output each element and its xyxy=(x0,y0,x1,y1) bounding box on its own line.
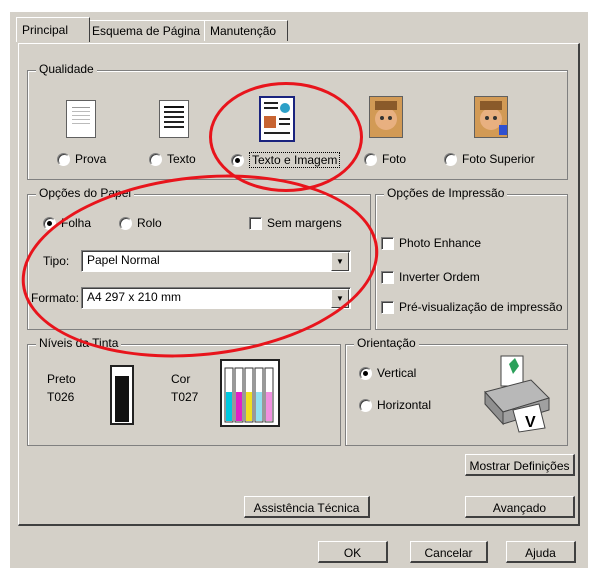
radio-vertical-label: Vertical xyxy=(377,366,417,380)
radio-rolo[interactable]: Rolo xyxy=(119,216,162,230)
radio-prova[interactable]: Prova xyxy=(57,152,106,166)
tipo-select-value: Papel Normal xyxy=(87,253,160,267)
preto-label: Preto xyxy=(47,372,76,386)
radio-horizontal[interactable]: Horizontal xyxy=(359,398,431,412)
mostrar-definicoes-button[interactable]: Mostrar Definições xyxy=(465,454,575,476)
radio-rolo-label: Rolo xyxy=(137,216,162,230)
radio-folha-dot[interactable] xyxy=(43,216,56,230)
radio-horizontal-dot[interactable] xyxy=(359,398,372,412)
tab-esquema-pagina[interactable]: Esquema de Página xyxy=(86,20,210,41)
check-photo-enhance-label: Photo Enhance xyxy=(399,236,482,250)
radio-foto-superior[interactable]: Foto Superior xyxy=(444,152,535,166)
tab-manutencao[interactable]: Manutenção xyxy=(204,20,288,41)
niveis-tinta-title: Níveis da Tinta xyxy=(36,336,122,350)
radio-folha-label: Folha xyxy=(61,216,92,230)
formato-select[interactable]: A4 297 x 210 mm ▼ xyxy=(81,287,351,309)
opcoes-papel-title: Opções do Papel xyxy=(36,186,135,200)
ajuda-button[interactable]: Ajuda xyxy=(506,541,576,563)
formato-label: Formato: xyxy=(31,291,80,305)
texto-icon xyxy=(159,100,189,138)
texto-imagem-icon xyxy=(259,96,295,142)
black-ink-icon xyxy=(109,364,137,431)
check-photo-enhance-box[interactable] xyxy=(381,236,394,250)
radio-vertical[interactable]: Vertical xyxy=(359,366,416,380)
preto-code: T026 xyxy=(47,390,75,404)
ok-button[interactable]: OK xyxy=(318,541,388,563)
radio-texto[interactable]: Texto xyxy=(149,152,196,166)
check-sem-margens-label: Sem margens xyxy=(267,216,342,230)
radio-prova-dot[interactable] xyxy=(57,152,70,166)
check-inverter-ordem-label: Inverter Ordem xyxy=(399,270,480,284)
radio-texto-imagem[interactable]: Texto e Imagem xyxy=(231,152,341,168)
radio-foto[interactable]: Foto xyxy=(364,152,406,166)
cor-label: Cor xyxy=(171,372,191,386)
check-inverter-ordem[interactable]: Inverter Ordem xyxy=(381,270,480,284)
assistencia-tecnica-button[interactable]: Assistência Técnica xyxy=(244,496,370,518)
radio-texto-dot[interactable] xyxy=(149,152,162,166)
prova-icon xyxy=(66,100,96,138)
cor-code: T027 xyxy=(171,390,199,404)
avancado-button[interactable]: Avançado xyxy=(465,496,575,518)
radio-texto-imagem-dot[interactable] xyxy=(231,153,244,167)
opcoes-impressao-title: Opções de Impressão xyxy=(384,186,508,200)
orientacao-title: Orientação xyxy=(354,336,419,350)
radio-horizontal-label: Horizontal xyxy=(377,398,432,412)
tipo-select[interactable]: Papel Normal ▼ xyxy=(81,250,351,272)
radio-foto-superior-label: Foto Superior xyxy=(462,152,535,166)
check-inverter-ordem-box[interactable] xyxy=(381,270,394,284)
check-pre-visualizacao[interactable]: Pré-visualização de impressão xyxy=(381,300,562,314)
tab-principal[interactable]: Principal xyxy=(16,17,90,42)
check-photo-enhance[interactable]: Photo Enhance xyxy=(381,236,481,250)
chevron-down-icon[interactable]: ▼ xyxy=(331,289,349,308)
check-pre-visualizacao-box[interactable] xyxy=(381,300,394,314)
radio-folha[interactable]: Folha xyxy=(43,216,91,230)
cancelar-button[interactable]: Cancelar xyxy=(410,541,488,563)
check-sem-margens[interactable]: Sem margens xyxy=(249,216,342,230)
printer-icon: V xyxy=(479,354,555,437)
radio-foto-superior-dot[interactable] xyxy=(444,152,457,166)
tipo-label: Tipo: xyxy=(43,254,70,268)
radio-prova-label: Prova xyxy=(75,152,107,166)
foto-icon xyxy=(369,96,403,138)
color-ink-icon xyxy=(219,358,283,433)
chevron-down-icon[interactable]: ▼ xyxy=(331,252,349,271)
radio-texto-label: Texto xyxy=(167,152,196,166)
printer-properties-dialog: Principal Esquema de Página Manutenção Q… xyxy=(10,12,588,568)
formato-select-value: A4 297 x 210 mm xyxy=(87,290,182,304)
radio-foto-dot[interactable] xyxy=(364,152,377,166)
check-pre-visualizacao-label: Pré-visualização de impressão xyxy=(399,300,563,314)
tab-panel-principal: Qualidade Prova Texto Texto e Imagem Fot… xyxy=(12,43,580,526)
check-sem-margens-box[interactable] xyxy=(249,216,262,230)
radio-foto-label: Foto xyxy=(382,152,407,166)
radio-rolo-dot[interactable] xyxy=(119,216,132,230)
radio-texto-imagem-label: Texto e Imagem xyxy=(249,152,341,168)
svg-text:V: V xyxy=(525,414,536,431)
foto-superior-icon xyxy=(474,96,508,138)
qualidade-title: Qualidade xyxy=(36,62,97,76)
radio-vertical-dot[interactable] xyxy=(359,366,372,380)
